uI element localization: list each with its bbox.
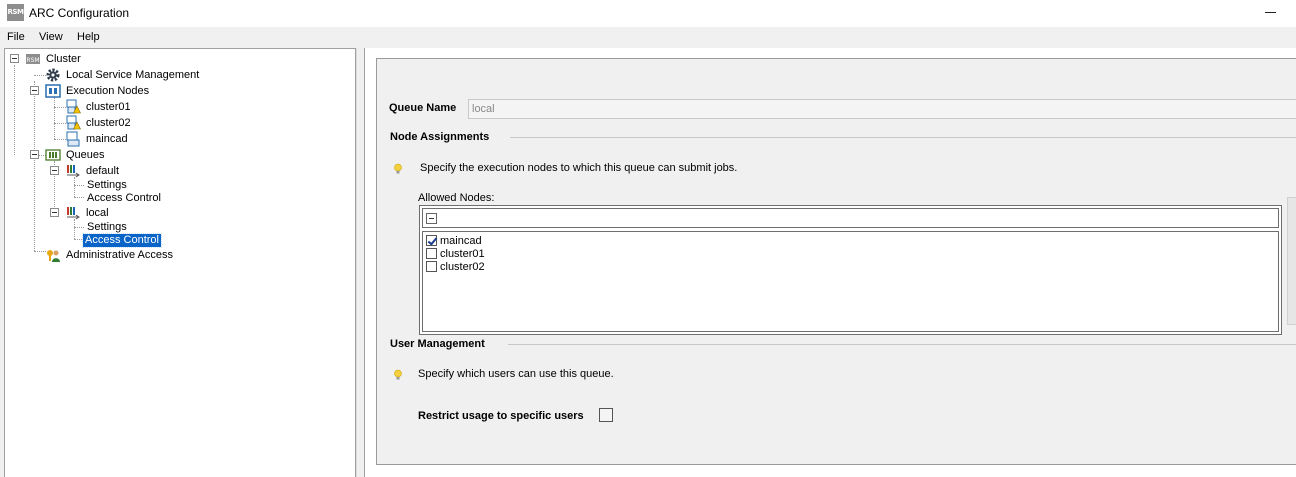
tree-item-cluster[interactable]: RSM Cluster [25,51,83,67]
tree-item-node-cluster02[interactable]: cluster02 [65,115,133,131]
tree-item-label: Cluster [46,52,81,65]
node-assignments-title: Node Assignments [390,131,490,143]
menu-help[interactable]: Help [77,31,100,43]
tree-item-label: Queues [66,148,105,161]
tree-item-label: default [86,164,120,177]
node-label: cluster01 [440,247,485,260]
tree-item-label: local [86,206,109,219]
admin-user-icon [45,247,61,263]
tree-item-queue-local[interactable]: local [65,205,111,221]
tree-connector [74,185,84,186]
queue-icon [65,163,81,179]
computer-node-icon [65,131,81,147]
tree-item-label-selected: Access Control [82,233,162,248]
list-item-node-cluster02[interactable]: cluster02 [426,260,485,273]
tree-collapse-icon[interactable] [30,150,39,159]
gear-icon [45,67,61,83]
tree-item-label: Access Control [87,192,161,204]
side-scroll-area[interactable] [1287,197,1296,325]
node-warning-icon [65,115,81,131]
queues-icon [45,147,61,163]
list-item-node-cluster01[interactable]: cluster01 [426,247,485,260]
allowed-nodes-header [422,208,1279,228]
queue-access-control-form: Queue Name Node Assignments Specify the … [376,58,1296,465]
list-item-node-maincad[interactable]: maincad [426,234,482,247]
allowed-nodes-list: maincad cluster01 cluster02 [422,231,1279,332]
content-panel: Queue Name Node Assignments Specify the … [364,48,1296,477]
window-title: ARC Configuration [29,6,130,20]
user-management-title: User Management [390,338,485,350]
queue-name-label: Queue Name [389,102,457,114]
tree-item-label: Settings [87,221,127,233]
tree-item-execution-nodes[interactable]: Execution Nodes [45,83,151,99]
node-assignments-hint: Specify the execution nodes to which thi… [420,162,738,174]
tree-item-local-access-control[interactable]: Access Control [82,233,162,248]
tree-item-queues[interactable]: Queues [45,147,107,163]
section-divider [510,137,1296,138]
tree-item-node-maincad[interactable]: maincad [65,131,130,147]
minimize-icon[interactable] [1265,12,1276,13]
tree-item-label: Settings [87,179,127,191]
tree-item-label: Administrative Access [66,248,173,261]
tree-item-label: Execution Nodes [66,84,150,97]
navigation-tree: RSM Cluster Local Service Management Exe… [4,48,356,477]
app-logo-icon: RSM [7,4,24,21]
tree-item-label: cluster02 [86,116,131,129]
tree-collapse-icon[interactable] [10,54,19,63]
tree-connector [34,81,35,251]
tree-connector [74,227,84,228]
tree-item-local-settings[interactable]: Settings [85,221,129,234]
tree-connector [54,97,55,139]
node-checkbox[interactable] [426,248,437,259]
allowed-nodes-label: Allowed Nodes: [418,192,495,204]
queue-icon [65,205,81,221]
node-warning-icon [65,99,81,115]
tree-collapse-icon[interactable] [50,166,59,175]
restrict-usage-checkbox[interactable] [599,408,613,422]
tree-item-label: Local Service Management [66,68,200,81]
tree-item-label: cluster01 [86,100,131,113]
title-bar: RSM ARC Configuration [0,0,1296,27]
tree-item-queue-default[interactable]: default [65,163,121,179]
menu-bar: File View Help [0,27,1296,47]
tree-collapse-icon[interactable] [30,86,39,95]
collapse-icon[interactable] [426,213,437,224]
execution-nodes-icon [45,83,61,99]
tree-connector [74,177,75,197]
tree-item-node-cluster01[interactable]: cluster01 [65,99,133,115]
menu-view[interactable]: View [39,31,63,43]
tree-connector [74,197,84,198]
tree-connector [74,219,75,239]
tree-item-default-access-control[interactable]: Access Control [85,192,163,205]
lightbulb-icon [394,163,402,174]
queue-name-input[interactable] [468,99,1296,119]
tree-item-default-settings[interactable]: Settings [85,179,129,192]
node-label: cluster02 [440,260,485,273]
user-management-hint: Specify which users can use this queue. [418,368,614,380]
node-checkbox[interactable] [426,261,437,272]
tree-item-local-service-management[interactable]: Local Service Management [45,67,201,83]
menu-file[interactable]: File [7,31,25,43]
node-checkbox[interactable] [426,235,437,246]
lightbulb-icon [394,369,402,380]
svg-text:RSM: RSM [26,57,39,64]
cluster-icon: RSM [25,51,41,67]
tree-connector [14,65,15,155]
allowed-nodes-box: maincad cluster01 cluster02 [419,205,1282,335]
panel-splitter[interactable] [356,48,364,477]
node-label: maincad [440,234,482,247]
tree-collapse-icon[interactable] [50,208,59,217]
tree-item-administrative-access[interactable]: Administrative Access [45,247,175,263]
section-divider [508,344,1296,345]
restrict-usage-label: Restrict usage to specific users [418,410,584,422]
tree-item-label: maincad [86,132,128,145]
